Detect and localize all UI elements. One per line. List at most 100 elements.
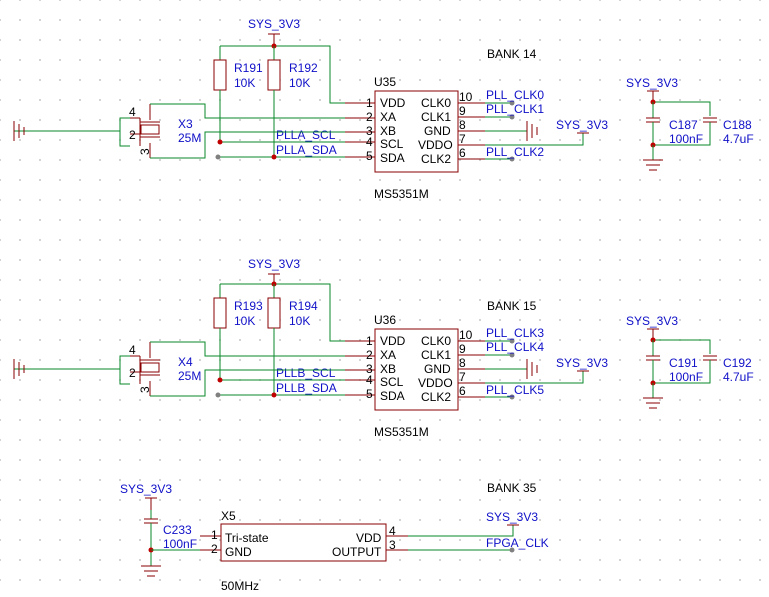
net-label-scl: PLLB_SCL — [276, 366, 336, 380]
pin-name: XB — [380, 124, 396, 138]
pin-name: VDDO — [418, 376, 453, 390]
pin-name: GND — [424, 124, 451, 138]
wire-cap-top — [653, 339, 711, 354]
wire-cap-top — [653, 101, 711, 116]
pin-num: 4 — [389, 524, 396, 538]
net-label-scl: PLLA_SCL — [276, 128, 336, 142]
wire-vddo — [485, 371, 584, 384]
pin-num: 8 — [459, 356, 466, 370]
pin-name: CLK1 — [421, 110, 451, 124]
pin-name: XB — [380, 362, 396, 376]
ic-value: MS5351M — [374, 187, 429, 201]
xtal-pin-num: 3 — [138, 148, 152, 155]
net-label-clk3: PLL_CLK3 — [486, 326, 544, 340]
pin-num: 5 — [366, 149, 373, 163]
resistor-r2-body[interactable] — [267, 297, 281, 329]
xtal-value: 25M — [178, 369, 201, 383]
r1-value: 10K — [234, 76, 255, 90]
pin-num: 4 — [366, 373, 373, 387]
xtal-ref: X4 — [178, 355, 193, 369]
pin-name: CLK0 — [421, 334, 451, 348]
wire-vdd — [408, 525, 514, 537]
c1-value: 100nF — [669, 132, 703, 146]
power-label-sys3v3: SYS_3V3 — [248, 17, 300, 31]
pin-num: 8 — [459, 118, 466, 132]
junction-dot — [217, 377, 223, 383]
net-label-sda: PLLB_SDA — [276, 381, 337, 395]
pin-name: SCL — [380, 375, 404, 389]
pin-name: VDDO — [418, 138, 453, 152]
xtal-value: 25M — [178, 131, 201, 145]
net-label-clk5: PLL_CLK5 — [486, 383, 544, 397]
xtal-pin-num: 3 — [138, 386, 152, 393]
power-label-sys3v3: SYS_3V3 — [626, 76, 678, 90]
wire-xa — [150, 103, 345, 119]
section-x5: SYS_3V3 C233 100nF X5 1 2 Tri-state GND … — [120, 481, 549, 593]
osc-ref: X5 — [221, 509, 236, 523]
net-endpoint — [215, 392, 221, 398]
power-label-sys3v3: SYS_3V3 — [556, 118, 608, 132]
net-label-clk1: PLL_CLK1 — [486, 102, 544, 116]
pin-num: 2 — [211, 542, 218, 556]
power-label-sys3v3: SYS_3V3 — [556, 356, 608, 370]
pin-num: 9 — [459, 104, 466, 118]
c2-ref: C188 — [723, 118, 752, 132]
c2-ref: C192 — [723, 356, 752, 370]
bank-label: BANK 14 — [487, 47, 537, 61]
wire-vddo — [485, 133, 584, 146]
pin-name: SDA — [380, 389, 405, 403]
crystal-x4-body[interactable] — [140, 362, 160, 373]
pin-num: 1 — [211, 528, 218, 542]
pin-num: 2 — [366, 110, 373, 124]
pin-name: SCL — [380, 137, 404, 151]
pin-name: SDA — [380, 151, 405, 165]
xtal-ref: X3 — [178, 117, 193, 131]
pin-name: XA — [380, 348, 396, 362]
pin-num: 5 — [366, 387, 373, 401]
net-label-clk2: PLL_CLK2 — [486, 145, 544, 159]
pin-name: Tri-state — [225, 531, 269, 545]
c2-value: 4.7uF — [723, 132, 754, 146]
junction-dot — [217, 139, 223, 145]
pin-name: CLK0 — [421, 96, 451, 110]
schematic-drawing: SYS_3V3 R191 10K R192 10K PLLA_SCL PLLA_… — [13, 17, 754, 593]
crystal-x3-body[interactable] — [140, 124, 160, 135]
pin-name: GND — [424, 362, 451, 376]
ic-ref: U36 — [374, 313, 396, 327]
pin-num: 6 — [459, 384, 466, 398]
net-label-clk0: PLL_CLK0 — [486, 88, 544, 102]
pin-num: 9 — [459, 342, 466, 356]
resistor-r1-body[interactable] — [213, 297, 227, 329]
pin-name: CLK1 — [421, 348, 451, 362]
xtal-pin-num: 2 — [129, 128, 136, 142]
c1-ref: C191 — [669, 356, 698, 370]
net-label-fpga-clk: FPGA_CLK — [486, 536, 549, 550]
net-label-clk4: PLL_CLK4 — [486, 340, 544, 354]
r1-value: 10K — [234, 314, 255, 328]
r2-ref: R194 — [289, 299, 318, 313]
pin-num: 6 — [459, 146, 466, 160]
section-u36: SYS_3V3 R193 10K R194 10K PLLB_SCL PLLB_… — [13, 257, 754, 439]
bank-label: BANK 15 — [487, 299, 537, 313]
pin-num: 10 — [459, 328, 473, 342]
pin-name: XA — [380, 110, 396, 124]
power-label-sys3v3: SYS_3V3 — [486, 510, 538, 524]
r1-ref: R191 — [234, 61, 263, 75]
power-label-sys3v3: SYS_3V3 — [248, 257, 300, 271]
cap-value: 100nF — [163, 537, 197, 551]
cap-ref: C233 — [163, 523, 192, 537]
resistor-r1-body[interactable] — [213, 59, 227, 91]
c1-value: 100nF — [669, 370, 703, 384]
r2-value: 10K — [289, 314, 310, 328]
pin-num: 7 — [459, 370, 466, 384]
pin-num: 7 — [459, 132, 466, 146]
wire-xa — [150, 341, 345, 357]
xtal-pin-num: 4 — [129, 343, 136, 357]
power-label-sys3v3: SYS_3V3 — [626, 314, 678, 328]
pin-name: VDD — [380, 334, 406, 348]
pin-name: OUTPUT — [332, 545, 382, 559]
resistor-r2-body[interactable] — [267, 59, 281, 91]
bank-label: BANK 35 — [487, 481, 537, 495]
pin-num: 1 — [366, 96, 373, 110]
xtal-pin-num: 2 — [129, 366, 136, 380]
